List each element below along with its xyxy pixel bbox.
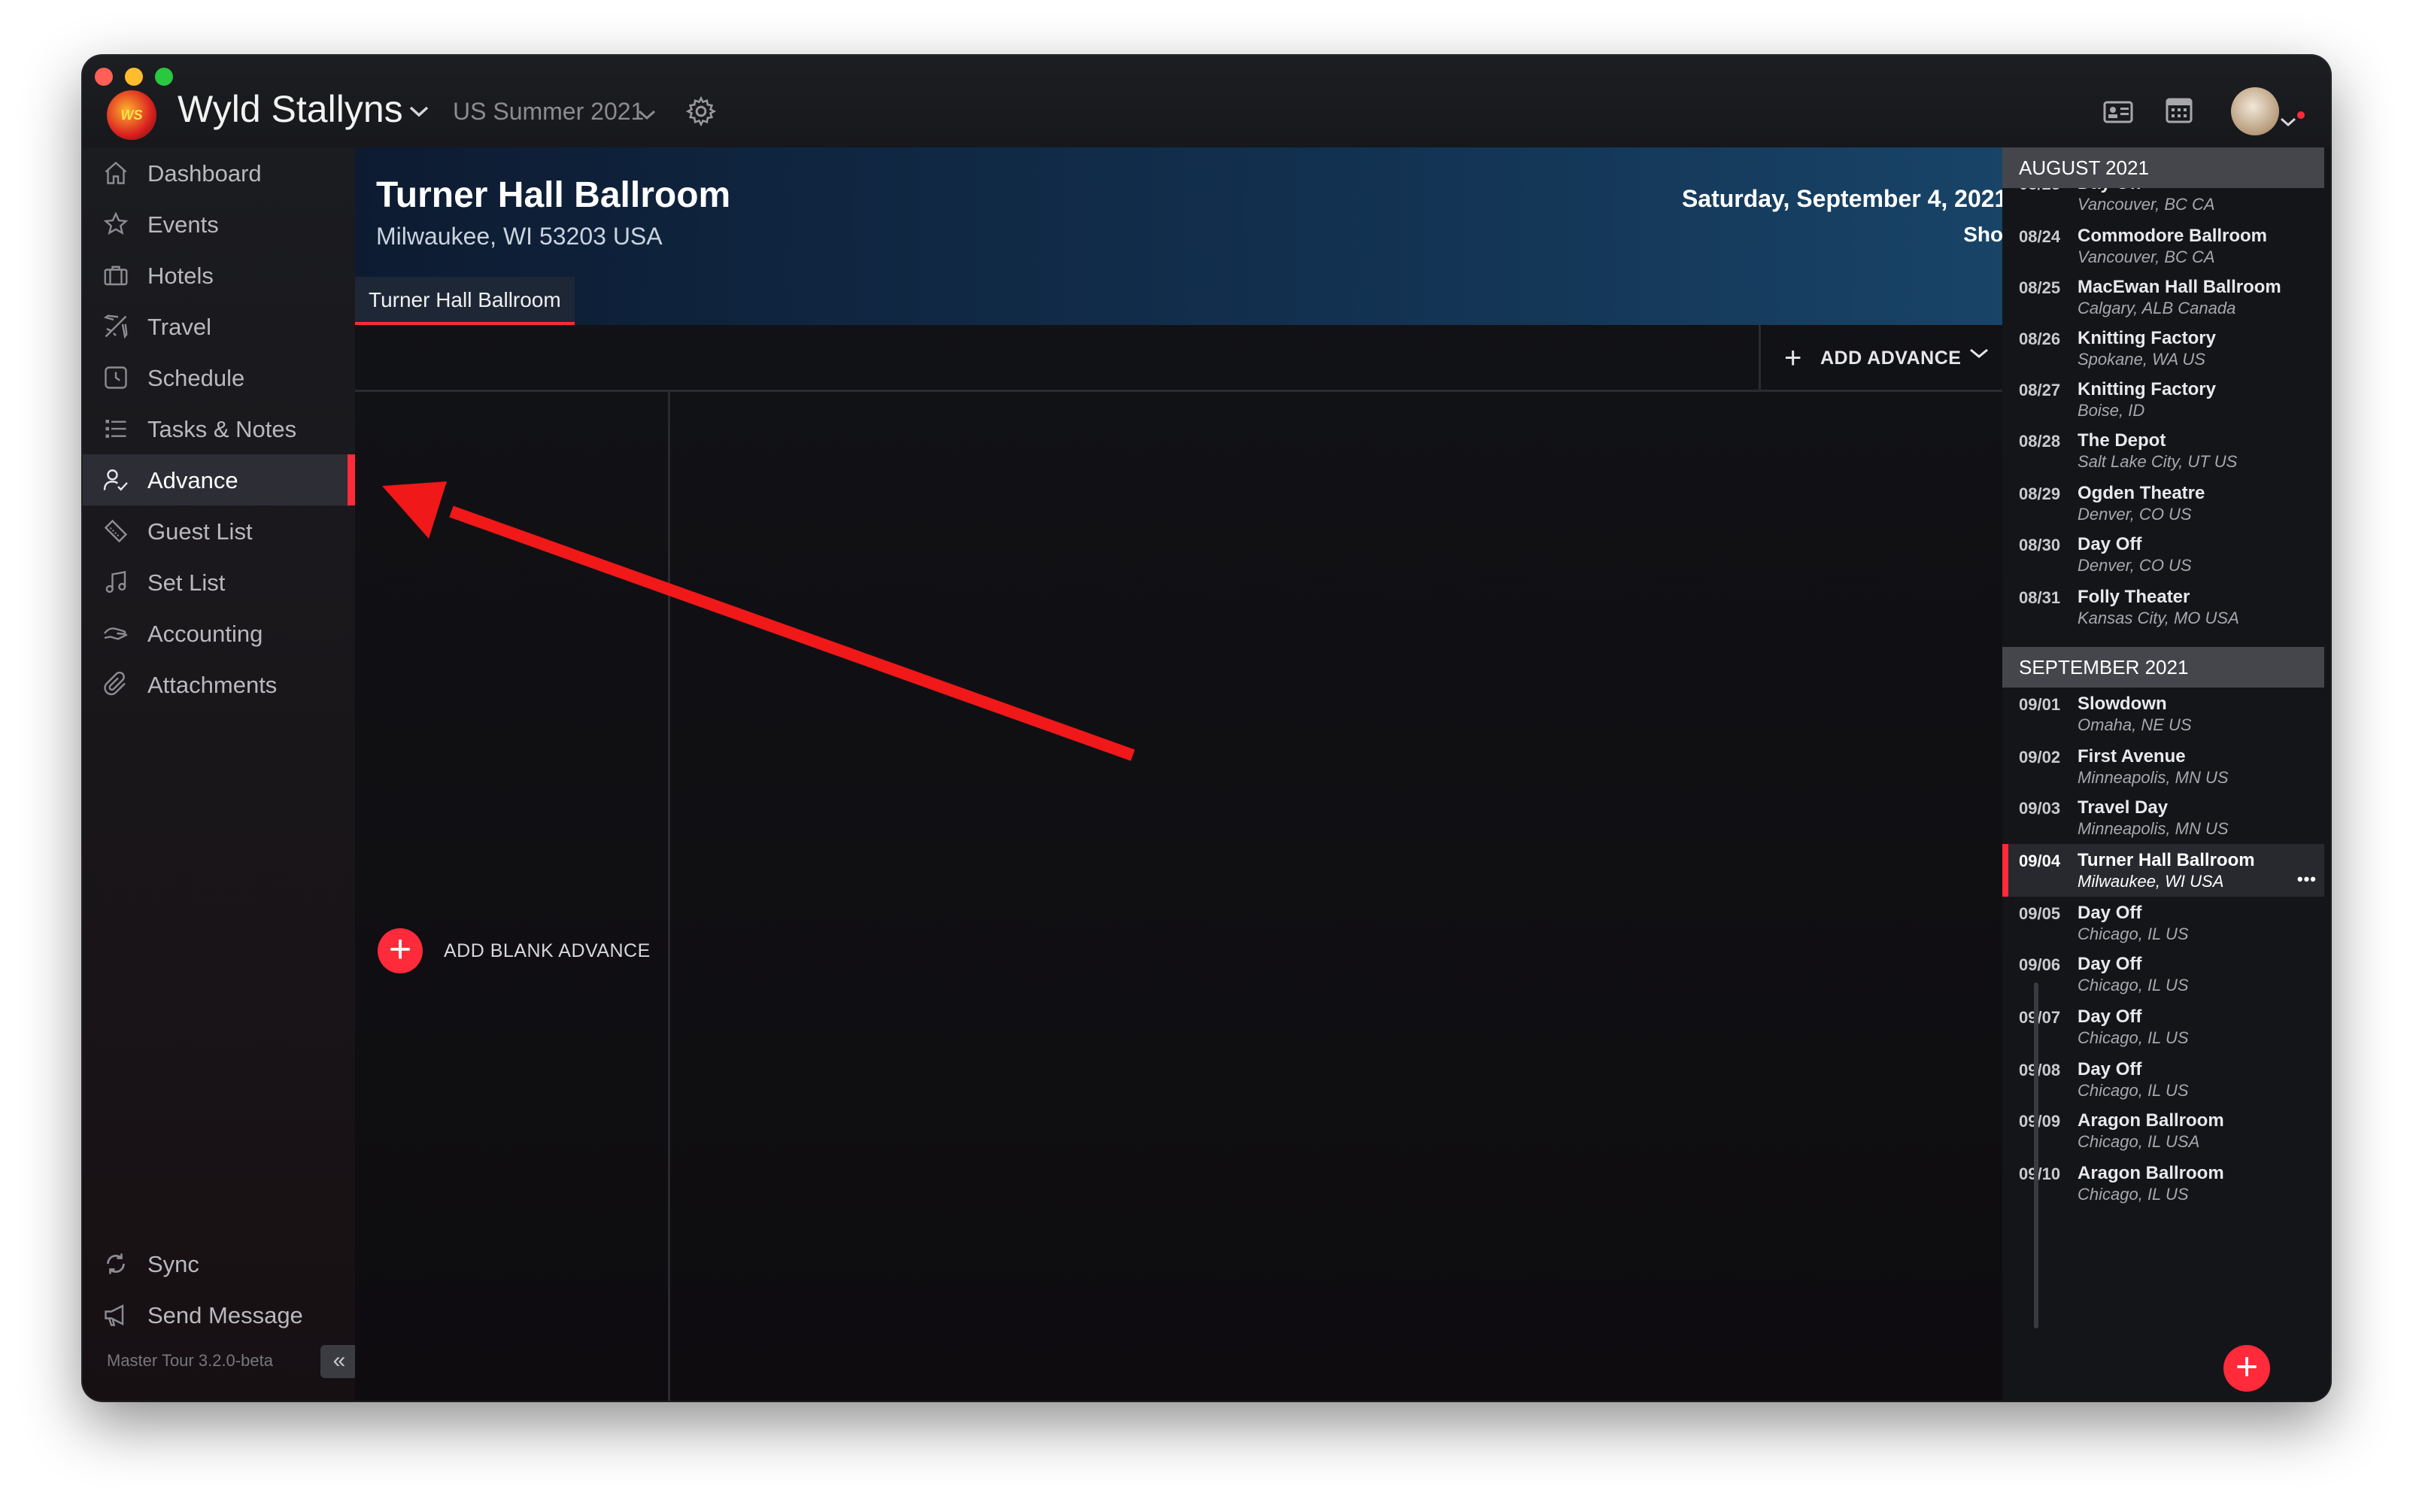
megaphone-icon bbox=[102, 1301, 129, 1328]
venue-address: Milwaukee, WI 53203 USA bbox=[376, 223, 663, 250]
list-item[interactable]: 08/27 Knitting Factory Boise, ID bbox=[2002, 373, 2324, 426]
sidebar-item-label: Sync bbox=[147, 1251, 199, 1277]
star-icon bbox=[102, 211, 129, 238]
sidebar-item-label: Attachments bbox=[147, 672, 278, 698]
sidebar: Dashboard Events Hotels Travel Schedule … bbox=[83, 147, 358, 1401]
list-item[interactable]: 09/02 First Avenue Minneapolis, MN US bbox=[2002, 740, 2324, 793]
user-check-icon bbox=[102, 466, 129, 493]
sidebar-item-advance[interactable]: Advance bbox=[83, 454, 355, 506]
title-bar: WS Wyld Stallyns US Summer 2021 bbox=[83, 56, 2330, 149]
more-options-icon[interactable]: ••• bbox=[2297, 870, 2317, 889]
sidebar-item-label: Travel bbox=[147, 314, 211, 340]
schedule-panel: AUGUST 2021 08/23 Day Off Vancouver, BC … bbox=[2002, 147, 2330, 1401]
sidebar-item-travel[interactable]: Travel bbox=[83, 301, 355, 352]
tour-chevron-down-icon[interactable] bbox=[636, 102, 657, 128]
active-indicator bbox=[348, 454, 355, 506]
app-window: WS Wyld Stallyns US Summer 2021 Dashboar… bbox=[83, 56, 2330, 1401]
plane-icon bbox=[102, 313, 129, 340]
sidebar-item-send-message[interactable]: Send Message bbox=[83, 1289, 355, 1340]
home-icon bbox=[102, 159, 129, 187]
list-item[interactable]: 09/03 Travel Day Minneapolis, MN US bbox=[2002, 791, 2324, 844]
band-name[interactable]: Wyld Stallyns bbox=[178, 87, 403, 131]
list-item[interactable]: 09/08 Day Off Chicago, IL US bbox=[2002, 1053, 2324, 1106]
list-item[interactable]: 08/30 Day Off Denver, CO US bbox=[2002, 528, 2324, 581]
sidebar-item-events[interactable]: Events bbox=[83, 199, 355, 250]
notification-dot bbox=[2297, 111, 2305, 119]
list-item[interactable]: 09/09 Aragon Ballroom Chicago, IL USA bbox=[2002, 1104, 2324, 1157]
band-chevron-down-icon[interactable] bbox=[408, 99, 430, 125]
money-icon bbox=[102, 620, 129, 647]
band-logo: WS bbox=[107, 90, 156, 140]
sidebar-item-schedule[interactable]: Schedule bbox=[83, 352, 355, 403]
sidebar-item-label: Guest List bbox=[147, 518, 253, 545]
minimize-window-button[interactable] bbox=[125, 68, 143, 86]
sidebar-item-label: Events bbox=[147, 211, 219, 238]
list-item[interactable]: 09/06 Day Off Chicago, IL US bbox=[2002, 948, 2324, 1000]
schedule-scrollbar[interactable] bbox=[2034, 982, 2038, 1328]
sync-icon bbox=[102, 1250, 129, 1277]
add-event-button[interactable]: + bbox=[2223, 1345, 2270, 1392]
music-icon bbox=[102, 569, 129, 596]
add-blank-advance-label[interactable]: ADD BLANK ADVANCE bbox=[444, 940, 651, 962]
sidebar-item-set-list[interactable]: Set List bbox=[83, 557, 355, 608]
gear-icon[interactable] bbox=[684, 95, 718, 128]
sidebar-item-label: Hotels bbox=[147, 263, 214, 289]
zoom-window-button[interactable] bbox=[155, 68, 173, 86]
sidebar-item-label: Dashboard bbox=[147, 160, 262, 187]
list-item[interactable]: 08/29 Ogden Theatre Denver, CO US bbox=[2002, 477, 2324, 530]
sidebar-item-sync[interactable]: Sync bbox=[83, 1238, 355, 1289]
list-item[interactable]: 08/24 Commodore Ballroom Vancouver, BC C… bbox=[2002, 220, 2324, 272]
list-item[interactable]: 09/05 Day Off Chicago, IL US bbox=[2002, 897, 2324, 949]
list-item[interactable]: 08/25 MacEwan Hall Ballroom Calgary, ALB… bbox=[2002, 271, 2324, 323]
list-item[interactable]: 09/10 Aragon Ballroom Chicago, IL US bbox=[2002, 1157, 2324, 1210]
collapse-sidebar-button[interactable]: « bbox=[320, 1345, 358, 1378]
sidebar-item-accounting[interactable]: Accounting bbox=[83, 608, 355, 659]
tab-venue[interactable]: Turner Hall Ballroom bbox=[355, 277, 575, 325]
sidebar-item-tasks-notes[interactable]: Tasks & Notes bbox=[83, 403, 355, 454]
list-item[interactable]: 09/01 Slowdown Omaha, NE US bbox=[2002, 688, 2324, 740]
sidebar-item-label: Schedule bbox=[147, 365, 245, 391]
list-item[interactable]: 08/31 Folly Theater Kansas City, MO USA bbox=[2002, 581, 2324, 633]
list-icon bbox=[102, 415, 129, 442]
main-content: Turner Hall Ballroom Milwaukee, WI 53203… bbox=[355, 147, 2085, 1401]
chevron-down-icon bbox=[1968, 342, 1990, 367]
suitcase-icon bbox=[102, 262, 129, 289]
list-item[interactable]: 09/07 Day Off Chicago, IL US bbox=[2002, 1000, 2324, 1053]
sidebar-item-label: Advance bbox=[147, 467, 238, 493]
ticket-icon bbox=[102, 518, 129, 545]
add-blank-advance-button[interactable]: + bbox=[378, 928, 423, 973]
tour-selector[interactable]: US Summer 2021 bbox=[453, 98, 644, 126]
clock-icon bbox=[102, 364, 129, 391]
paperclip-icon bbox=[102, 671, 129, 698]
sidebar-item-hotels[interactable]: Hotels bbox=[83, 250, 355, 301]
app-version: Master Tour 3.2.0-beta bbox=[107, 1351, 273, 1370]
toolbar-divider bbox=[1759, 325, 1761, 390]
venue-name: Turner Hall Ballroom bbox=[376, 175, 731, 215]
sidebar-item-label: Accounting bbox=[147, 621, 263, 647]
venue-header: Turner Hall Ballroom Milwaukee, WI 53203… bbox=[355, 147, 2085, 325]
list-item[interactable]: 08/26 Knitting Factory Spokane, WA US bbox=[2002, 322, 2324, 375]
list-item-selected[interactable]: 09/04 Turner Hall Ballroom Milwaukee, WI… bbox=[2002, 844, 2324, 897]
user-avatar[interactable] bbox=[2231, 87, 2279, 135]
sidebar-item-label: Send Message bbox=[147, 1302, 303, 1328]
sidebar-item-label: Set List bbox=[147, 569, 226, 596]
sidebar-item-dashboard[interactable]: Dashboard bbox=[83, 147, 355, 199]
month-header-september: SEPTEMBER 2021 bbox=[2002, 647, 2324, 688]
sidebar-item-guest-list[interactable]: Guest List bbox=[83, 506, 355, 557]
sidebar-item-label: Tasks & Notes bbox=[147, 416, 297, 442]
sidebar-item-attachments[interactable]: Attachments bbox=[83, 659, 355, 710]
calendar-icon[interactable] bbox=[2165, 95, 2195, 123]
plus-icon: + bbox=[1784, 342, 1802, 375]
contact-card-icon[interactable] bbox=[2103, 99, 2133, 126]
column-divider bbox=[668, 390, 670, 1401]
close-window-button[interactable] bbox=[95, 68, 113, 86]
list-item[interactable]: 08/28 The Depot Salt Lake City, UT US bbox=[2002, 424, 2324, 477]
account-chevron-down-icon[interactable] bbox=[2279, 108, 2297, 134]
month-header-august: AUGUST 2021 bbox=[2002, 147, 2324, 188]
advance-toolbar: + ADD ADVANCE bbox=[355, 325, 2085, 392]
selected-indicator bbox=[2002, 844, 2008, 897]
